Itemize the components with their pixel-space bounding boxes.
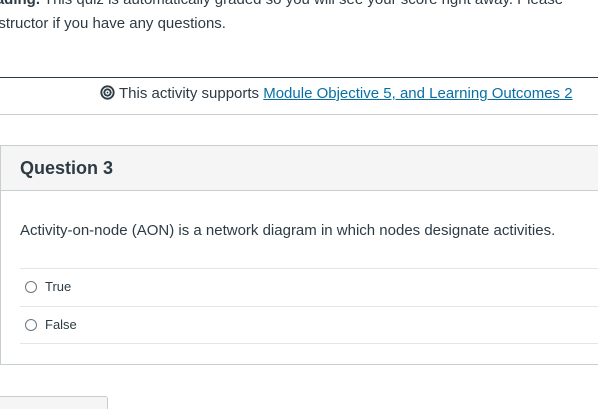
question-text: Activity-on-node (AON) is a network diag… (20, 222, 556, 239)
question-card: Question 3 Activity-on-node (AON) is a n… (0, 145, 598, 365)
answer-option-true[interactable]: True (20, 268, 598, 306)
objective-statement: This activity supports Module Objective … (100, 83, 573, 105)
radio-button-true[interactable] (25, 281, 37, 293)
quiz-instructions: rading. This quiz is automatically grade… (0, 0, 598, 36)
answer-option-false[interactable]: False (20, 306, 598, 344)
answer-label-true[interactable]: True (45, 279, 71, 294)
answer-label-false[interactable]: False (45, 317, 77, 332)
grading-label: rading. (0, 0, 40, 8)
next-button[interactable] (0, 396, 108, 409)
target-icon (100, 85, 115, 100)
instructions-line-2: nstructor if you have any questions. (0, 15, 226, 32)
radio-button-false[interactable] (25, 319, 37, 331)
objective-banner: This activity supports Module Objective … (0, 77, 598, 115)
question-title: Question 3 (20, 158, 114, 178)
quiz-page: rading. This quiz is automatically grade… (0, 0, 598, 409)
objective-prefix: This activity supports (119, 85, 264, 102)
instructions-line-1: rading. This quiz is automatically grade… (0, 0, 598, 12)
objective-link[interactable]: Module Objective 5, and Learning Outcome… (263, 85, 572, 102)
grading-text: This quiz is automatically graded so you… (40, 0, 563, 8)
